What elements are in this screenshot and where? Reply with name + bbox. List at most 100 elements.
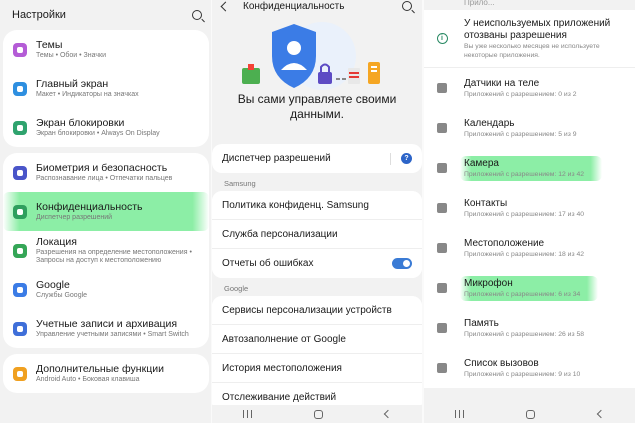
privacy-icon [13,204,27,219]
settings-item[interactable]: Главный экран Макет • Индикаторы на значк… [3,69,209,108]
privacy-lead-text: Вы сами управляете своими данными. [237,92,397,121]
permission-item-subtitle: Приложений с разрешением: 9 из 10 [464,370,581,378]
navigation-bar [424,405,635,423]
settings-item[interactable]: Экран блокировки Экран блокировки • Alway… [3,108,209,147]
settings-item-text: Главный экран Макет • Индикаторы на значк… [36,78,201,100]
samsung-privacy-policy-item[interactable]: Политика конфиденц. Samsung [212,191,422,220]
shield-illustration-icon [242,22,380,90]
info-icon: i [436,33,448,44]
permission-item-title: Контакты [464,197,508,209]
settings-item-subtitle: Темы • Обои • Значки [36,51,107,59]
palette-icon [13,42,27,57]
permission-item-title: Список вызовов [464,357,539,369]
permission-manager-label: Диспетчер разрешений [222,153,331,164]
settings-item[interactable]: Биометрия и безопасность Распознавание ли… [3,153,209,192]
location-icon [13,243,27,258]
settings-item-text: Биометрия и безопасность Распознавание ли… [36,162,201,184]
settings-item-subtitle: Службы Google [36,291,88,299]
permission-list: Датчики на теле Приложений с разрешением:… [424,68,635,388]
back-icon[interactable] [596,409,606,419]
settings-item[interactable]: Темы Темы • Обои • Значки [3,30,209,69]
permission-item[interactable]: Камера Приложений с разрешением: 12 из 42 [424,148,635,188]
call-log-icon [436,363,448,373]
permission-manager-panel: Прило... i У неиспользуемых приложений о… [424,0,635,423]
item-label: Сервисы персонализации устройств [222,304,392,316]
permission-item[interactable]: Датчики на теле Приложений с разрешением:… [424,68,635,108]
settings-item[interactable]: Конфиденциальность Диспетчер разрешений [3,192,209,231]
permission-item-title: Календарь [464,117,515,129]
cut-off-header: Прило... [464,0,495,7]
privacy-header: Конфиденциальность [212,0,422,12]
settings-item[interactable]: Учетные записи и архивация Управление уче… [3,309,209,348]
settings-item[interactable]: Локация Разрешения на определение местопо… [3,231,209,270]
settings-item-text: Google Службы Google [36,279,201,301]
permission-item[interactable]: Микрофон Приложений с разрешением: 6 из 3… [424,268,635,308]
settings-item-text: Дополнительные функции Android Auto • Бок… [36,363,201,385]
permission-item-text: Датчики на теле Приложений с разрешением:… [464,78,576,99]
search-icon[interactable] [192,10,202,20]
error-reports-toggle[interactable] [392,258,412,269]
contacts-icon [436,203,448,213]
settings-item-subtitle: Управление учетными записями • Smart Swi… [36,330,189,338]
permission-item-text: Контакты Приложений с разрешением: 17 из … [464,198,584,219]
settings-item-title: Локация [36,235,77,248]
personalization-service-item[interactable]: Служба персонализации [212,220,422,249]
permission-item-text: Память Приложений с разрешением: 26 из 58 [464,318,584,339]
permission-item-text: Камера Приложений с разрешением: 12 из 42 [460,155,603,181]
unused-apps-banner[interactable]: i У неиспользуемых приложений отозваны р… [424,10,635,68]
settings-item-text: Конфиденциальность Диспетчер разрешений [36,201,201,223]
permission-item[interactable]: Список вызовов Приложений с разрешением: … [424,348,635,388]
item-label: Автозаполнение от Google [222,333,346,345]
settings-item-subtitle: Распознавание лица • Отпечатки пальцев [36,174,173,182]
item-label: История местоположения [222,362,342,374]
permission-item-subtitle: Приложений с разрешением: 5 из 9 [464,130,577,138]
error-reports-item[interactable]: Отчеты об ошибках [212,249,422,278]
permission-item-title: Микрофон [464,277,513,289]
permission-item-title: Камера [464,157,499,169]
item-label: Отслеживание действий [222,392,337,403]
settings-item-title: Google [36,278,70,291]
recents-icon[interactable] [243,410,252,418]
help-icon[interactable]: ? [401,153,412,164]
home-icon [13,81,27,96]
calendar-icon [436,123,448,133]
settings-item-title: Экран блокировки [36,116,125,129]
permission-manager-item[interactable]: Диспетчер разрешений ? [212,144,422,173]
permission-item-subtitle: Приложений с разрешением: 17 из 40 [464,210,585,218]
location-history-item[interactable]: История местоположения [212,354,422,383]
folder-icon [436,323,448,333]
settings-item-title: Конфиденциальность [36,200,143,213]
item-label: Отчеты об ошибках [222,258,314,269]
permission-item[interactable]: Память Приложений с разрешением: 26 из 58 [424,308,635,348]
permission-item[interactable]: Контакты Приложений с разрешением: 17 из … [424,188,635,228]
settings-item-subtitle: Диспетчер разрешений [36,213,113,221]
recents-icon[interactable] [455,410,465,418]
settings-item-subtitle: Экран блокировки • Always On Display [36,129,160,137]
back-icon[interactable] [383,409,393,419]
permission-item[interactable]: Местоположение Приложений с разрешением: … [424,228,635,268]
unused-apps-title: У неиспользуемых приложений отозваны раз… [464,17,611,41]
permission-item-title: Датчики на теле [464,77,540,89]
samsung-card: Политика конфиденц. Samsung Служба персо… [212,191,422,278]
back-arrow-icon[interactable] [220,1,231,11]
home-button-icon[interactable] [526,409,536,419]
autofill-item[interactable]: Автозаполнение от Google [212,325,422,354]
settings-item[interactable]: Дополнительные функции Android Auto • Бок… [3,354,209,393]
settings-item-title: Учетные записи и архивация [36,317,178,330]
privacy-illustration [212,12,422,92]
camera-icon [436,163,448,173]
item-label: Служба персонализации [222,228,338,240]
settings-item-subtitle: Android Auto • Боковая клавиша [36,375,140,383]
privacy-panel: Конфиденциальность Вы сами управляете св… [212,0,422,423]
permission-item-title: Местоположение [464,237,545,249]
settings-item[interactable]: Google Службы Google [3,270,209,309]
location-icon [436,243,448,253]
device-personalization-item[interactable]: Сервисы персонализации устройств [212,296,422,325]
settings-card: Дополнительные функции Android Auto • Бок… [3,354,209,393]
search-icon[interactable] [402,1,412,11]
home-button-icon[interactable] [314,409,323,419]
permission-item[interactable]: Календарь Приложений с разрешением: 5 из … [424,108,635,148]
settings-item-subtitle: Разрешения на определение местоположения… [36,248,192,265]
permission-item-text: Календарь Приложений с разрешением: 5 из … [464,118,576,139]
settings-item-text: Темы Темы • Обои • Значки [36,39,201,61]
